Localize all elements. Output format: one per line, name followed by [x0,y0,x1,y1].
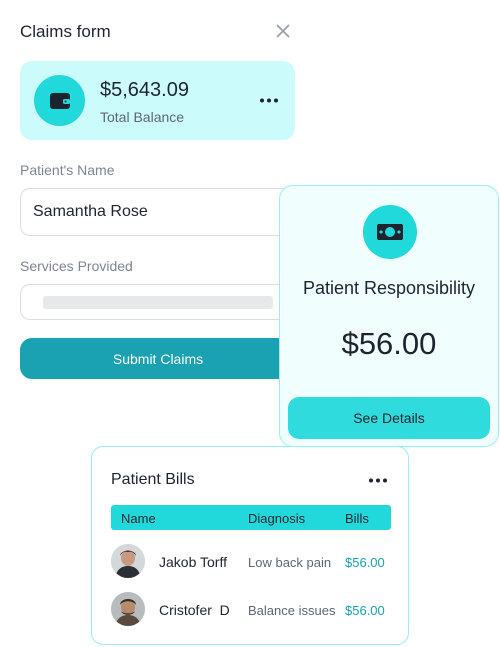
bill-amount[interactable]: $56.00 [345,555,385,570]
total-balance-card: $5,643.09 Total Balance [20,61,295,140]
submit-claims-button[interactable]: Submit Claims [20,338,296,379]
patient-name-input[interactable] [20,188,310,236]
patient-responsibility-amount: $56.00 [341,326,437,361]
balance-amount: $5,643.09 [100,79,189,101]
patient-name: Jakob Torff [159,554,227,570]
avatar [111,544,145,578]
patient-name: Cristofer D [159,602,230,618]
patient-responsibility-card: Patient Responsibility $56.00 See Detail… [279,185,499,447]
diagnosis: Low back pain [248,555,332,570]
column-header-diagnosis: Diagnosis [248,511,306,526]
table-row[interactable]: Jakob Torff Low back pain $56.00 [111,544,391,580]
patient-name-label: Patient's Name [20,162,115,178]
patient-responsibility-title: Patient Responsibility [302,278,476,298]
patient-bills-card: Patient Bills Name Diagnosis Bills Jakob… [91,446,409,645]
patient-bills-title: Patient Bills [111,471,195,488]
more-horizontal-icon [369,478,387,482]
services-provided-input[interactable] [20,284,310,320]
money-icon-circle [363,205,417,259]
page-title: Claims form [20,22,111,41]
table-row[interactable]: Cristofer D Balance issues $56.00 [111,592,391,628]
wallet-icon-circle [34,75,85,126]
wallet-icon [49,92,70,109]
balance-more-button[interactable] [258,91,280,109]
avatar-image [111,592,145,626]
services-placeholder-bar [43,296,273,309]
diagnosis: Balance issues [248,603,336,618]
bills-table-header: Name Diagnosis Bills [111,505,391,530]
bill-amount[interactable]: $56.00 [345,603,385,618]
services-provided-label: Services Provided [20,258,133,274]
bills-more-button[interactable] [367,471,389,489]
close-button[interactable] [272,20,294,42]
balance-label: Total Balance [100,109,185,125]
column-header-name: Name [121,511,156,526]
see-details-button[interactable]: See Details [288,397,490,439]
more-horizontal-icon [260,98,278,102]
close-icon [276,24,290,38]
avatar-image [111,544,145,578]
money-bill-icon [377,224,403,240]
column-header-bills: Bills [345,511,369,526]
avatar [111,592,145,626]
